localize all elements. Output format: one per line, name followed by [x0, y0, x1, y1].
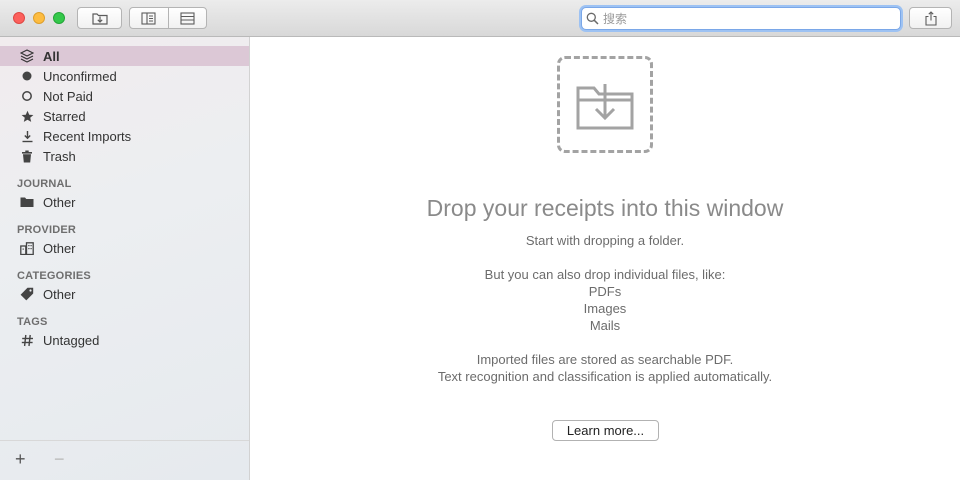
- drop-area[interactable]: Drop your receipts into this window Star…: [250, 37, 960, 480]
- sidebar-item-journal-other[interactable]: Other: [0, 192, 249, 212]
- sidebar-item-unconfirmed[interactable]: Unconfirmed: [0, 66, 249, 86]
- sidebar-item-label: Other: [43, 194, 76, 210]
- add-button[interactable]: +: [15, 449, 26, 469]
- sidebar: All Unconfirmed Not Paid Starred Recent …: [0, 37, 250, 480]
- search-field[interactable]: [581, 7, 901, 30]
- list-view-button[interactable]: [167, 8, 207, 28]
- sidebar-item-label: Not Paid: [43, 88, 93, 104]
- magnifier-icon: [586, 12, 599, 25]
- view-mode-segmented-control: [129, 7, 207, 29]
- split-columns-icon: [141, 11, 156, 25]
- section-header-journal: JOURNAL: [17, 178, 72, 190]
- sidebar-item-label: Recent Imports: [43, 128, 132, 144]
- sidebar-item-tags-untagged[interactable]: Untagged: [0, 330, 249, 350]
- hollow-circle-icon: [20, 89, 34, 103]
- search-input[interactable]: [599, 11, 900, 26]
- split-view-button[interactable]: [130, 8, 168, 28]
- dropzone-frame: [557, 56, 653, 153]
- info-line-storage: Imported files are stored as searchable …: [476, 352, 734, 367]
- sidebar-item-starred[interactable]: Starred: [0, 106, 249, 126]
- section-header-provider: PROVIDER: [17, 224, 77, 236]
- sidebar-item-label: Trash: [43, 148, 76, 164]
- share-button[interactable]: [909, 7, 952, 29]
- import-button[interactable]: [77, 7, 122, 29]
- also-intro: But you can also drop individual files, …: [484, 267, 726, 282]
- star-icon: [20, 109, 34, 123]
- sidebar-item-label: Other: [43, 286, 76, 302]
- stack-icon: [20, 49, 34, 63]
- sidebar-item-all[interactable]: All: [0, 46, 249, 66]
- sidebar-item-not-paid[interactable]: Not Paid: [0, 86, 249, 106]
- empty-state-headline: Drop your receipts into this window: [426, 195, 784, 221]
- remove-button[interactable]: −: [54, 449, 65, 469]
- file-type-images: Images: [583, 301, 627, 316]
- file-type-mails: Mails: [589, 318, 621, 333]
- section-header-tags: TAGS: [17, 316, 48, 328]
- sidebar-item-label: Starred: [43, 108, 86, 124]
- folder-icon: [20, 195, 34, 209]
- download-icon: [20, 129, 34, 143]
- hashtag-icon: [20, 333, 34, 347]
- minimize-window-button[interactable]: [33, 12, 45, 24]
- building-icon: [20, 241, 34, 255]
- list-rows-icon: [180, 11, 195, 25]
- sidebar-item-trash[interactable]: Trash: [0, 146, 249, 166]
- sidebar-item-recent-imports[interactable]: Recent Imports: [0, 126, 249, 146]
- sidebar-item-provider-other[interactable]: Other: [0, 238, 249, 258]
- close-window-button[interactable]: [13, 12, 25, 24]
- sidebar-footer: + −: [0, 440, 249, 480]
- filled-dot-icon: [20, 69, 34, 83]
- learn-more-button[interactable]: Learn more...: [552, 420, 659, 441]
- sidebar-item-label: Untagged: [43, 332, 100, 348]
- sidebar-item-label: Unconfirmed: [43, 68, 117, 84]
- import-tray-icon: [576, 83, 634, 129]
- title-bar: [0, 0, 960, 37]
- trash-icon: [20, 149, 34, 163]
- sidebar-item-label: All: [43, 48, 60, 64]
- tag-icon: [20, 287, 34, 301]
- file-type-pdfs: PDFs: [588, 284, 622, 299]
- info-line-recognition: Text recognition and classification is a…: [437, 369, 773, 384]
- sidebar-item-label: Other: [43, 240, 76, 256]
- import-tray-icon: [91, 13, 108, 25]
- sidebar-item-categories-other[interactable]: Other: [0, 284, 249, 304]
- zoom-window-button[interactable]: [53, 12, 65, 24]
- share-icon: [924, 10, 937, 26]
- section-header-categories: CATEGORIES: [17, 270, 91, 282]
- start-hint: Start with dropping a folder.: [525, 233, 685, 248]
